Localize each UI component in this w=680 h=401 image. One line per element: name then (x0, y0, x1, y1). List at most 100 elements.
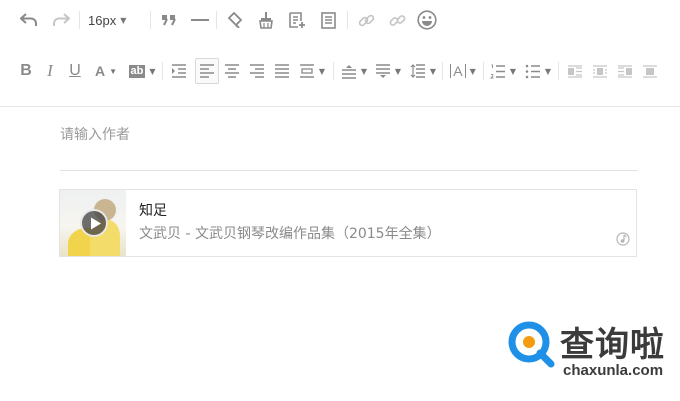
insert-template-button[interactable] (285, 7, 309, 33)
music-card[interactable]: 知足 文武贝 - 文武贝钢琴改编作品集（2015年全集） (59, 189, 637, 257)
indent-button[interactable] (168, 58, 190, 84)
insert-template-icon (289, 11, 305, 28)
letter-spacing-button[interactable]: A ▼ (447, 58, 479, 84)
align-left-button[interactable] (195, 58, 219, 84)
bold-button[interactable]: B (16, 58, 36, 84)
font-color-icon: A (94, 63, 106, 79)
chevron-down-icon: ▼ (509, 66, 517, 76)
float-none-icon (643, 64, 657, 78)
chevron-down-icon: ▼ (429, 66, 437, 76)
toolbar-separator (216, 11, 217, 29)
format-painter-icon (227, 12, 243, 28)
chevron-down-icon: ▼ (109, 66, 118, 76)
bold-icon: B (20, 62, 32, 79)
toolbar-separator (162, 62, 163, 80)
align-right-icon (250, 64, 264, 78)
blockquote-button[interactable] (158, 7, 180, 33)
toolbar-separator (558, 62, 559, 80)
italic-button[interactable]: I (40, 58, 60, 84)
clear-format-button[interactable] (254, 7, 278, 33)
ordered-list-button[interactable]: ▼ (488, 58, 518, 84)
float-none-button[interactable] (639, 58, 661, 84)
unlink-button[interactable] (385, 7, 409, 33)
preview-button[interactable] (316, 7, 340, 33)
insert-link-button[interactable] (354, 7, 378, 33)
link-icon (358, 14, 374, 26)
emoji-button[interactable] (415, 7, 439, 33)
horizontal-rule-icon (191, 19, 209, 21)
toolbar-separator (483, 62, 484, 80)
background-color-button[interactable]: ab ▼ (127, 58, 157, 84)
float-right-icon (618, 64, 632, 78)
unordered-list-icon (525, 64, 540, 78)
paragraph-spacing-icon (299, 64, 314, 78)
toolbar-divider (0, 106, 680, 107)
play-button[interactable] (80, 209, 108, 237)
float-left-button[interactable] (564, 58, 586, 84)
indent-icon (172, 64, 186, 78)
redo-button[interactable] (48, 7, 74, 33)
watermark-logo: 查询啦 chaxunla.com (505, 318, 675, 382)
background-color-icon: ab (128, 64, 146, 78)
spacing-after-icon (375, 63, 390, 78)
justify-icon (275, 64, 289, 78)
song-title: 知足 (139, 203, 167, 219)
undo-button[interactable] (16, 7, 42, 33)
align-center-button[interactable] (221, 58, 243, 84)
float-right-button[interactable] (614, 58, 636, 84)
justify-button[interactable] (271, 58, 293, 84)
undo-icon (20, 13, 37, 26)
font-size-select[interactable]: 16px ▼ (88, 7, 140, 33)
letter-spacing-icon: A (450, 64, 466, 78)
clear-format-icon (259, 11, 273, 29)
font-color-button[interactable]: A ▼ (92, 58, 120, 84)
chevron-down-icon: ▼ (360, 66, 368, 76)
italic-icon: I (47, 61, 53, 80)
align-center-icon (225, 64, 239, 78)
chevron-down-icon: ▼ (120, 15, 127, 25)
chevron-down-icon: ▼ (149, 66, 156, 76)
ordered-list-icon (489, 64, 505, 78)
toolbar-row-1: 16px ▼ (0, 1, 680, 39)
music-note-icon (616, 231, 630, 250)
author-input[interactable] (60, 118, 638, 152)
play-icon (91, 217, 101, 230)
align-left-icon (200, 64, 214, 78)
chevron-down-icon: ▼ (394, 66, 402, 76)
line-height-icon (410, 64, 425, 78)
redo-icon (53, 13, 70, 26)
chevron-down-icon: ▼ (318, 66, 326, 76)
toolbar-separator (442, 62, 443, 80)
author-input-underline (60, 170, 638, 171)
album-cover (60, 190, 126, 256)
spacing-before-icon (341, 64, 356, 79)
format-painter-button[interactable] (223, 7, 247, 33)
toolbar-row-2: B I U A ▼ ab ▼ ▼ ▼ ▼ ▼ A ▼ ▼ ▼ (0, 52, 680, 90)
search-logo-icon (508, 321, 555, 368)
song-artist-album: 文武贝 - 文武贝钢琴改编作品集（2015年全集） (139, 226, 441, 242)
chevron-down-icon: ▼ (544, 66, 552, 76)
float-center-button[interactable] (589, 58, 611, 84)
align-right-button[interactable] (246, 58, 268, 84)
toolbar-separator (333, 62, 334, 80)
spacing-before-button[interactable]: ▼ (339, 58, 369, 84)
toolbar-separator (347, 11, 348, 29)
toolbar-separator (79, 11, 80, 29)
paragraph-spacing-button[interactable]: ▼ (296, 58, 328, 84)
emoji-icon (417, 10, 437, 30)
horizontal-rule-button[interactable] (189, 7, 211, 33)
line-height-button[interactable]: ▼ (408, 58, 438, 84)
preview-icon (320, 11, 336, 29)
underline-button[interactable]: U (65, 58, 85, 84)
chevron-down-icon: ▼ (469, 66, 476, 76)
watermark-domain: chaxunla.com (563, 362, 664, 379)
watermark-brand: 查询啦 (560, 325, 665, 365)
float-left-icon (568, 64, 582, 78)
underline-icon: U (69, 62, 81, 79)
unordered-list-button[interactable]: ▼ (523, 58, 553, 84)
float-center-icon (593, 64, 607, 78)
quote-icon (162, 15, 176, 26)
font-size-value: 16px (88, 12, 117, 28)
spacing-after-button[interactable]: ▼ (373, 58, 403, 84)
toolbar-separator (150, 11, 151, 29)
